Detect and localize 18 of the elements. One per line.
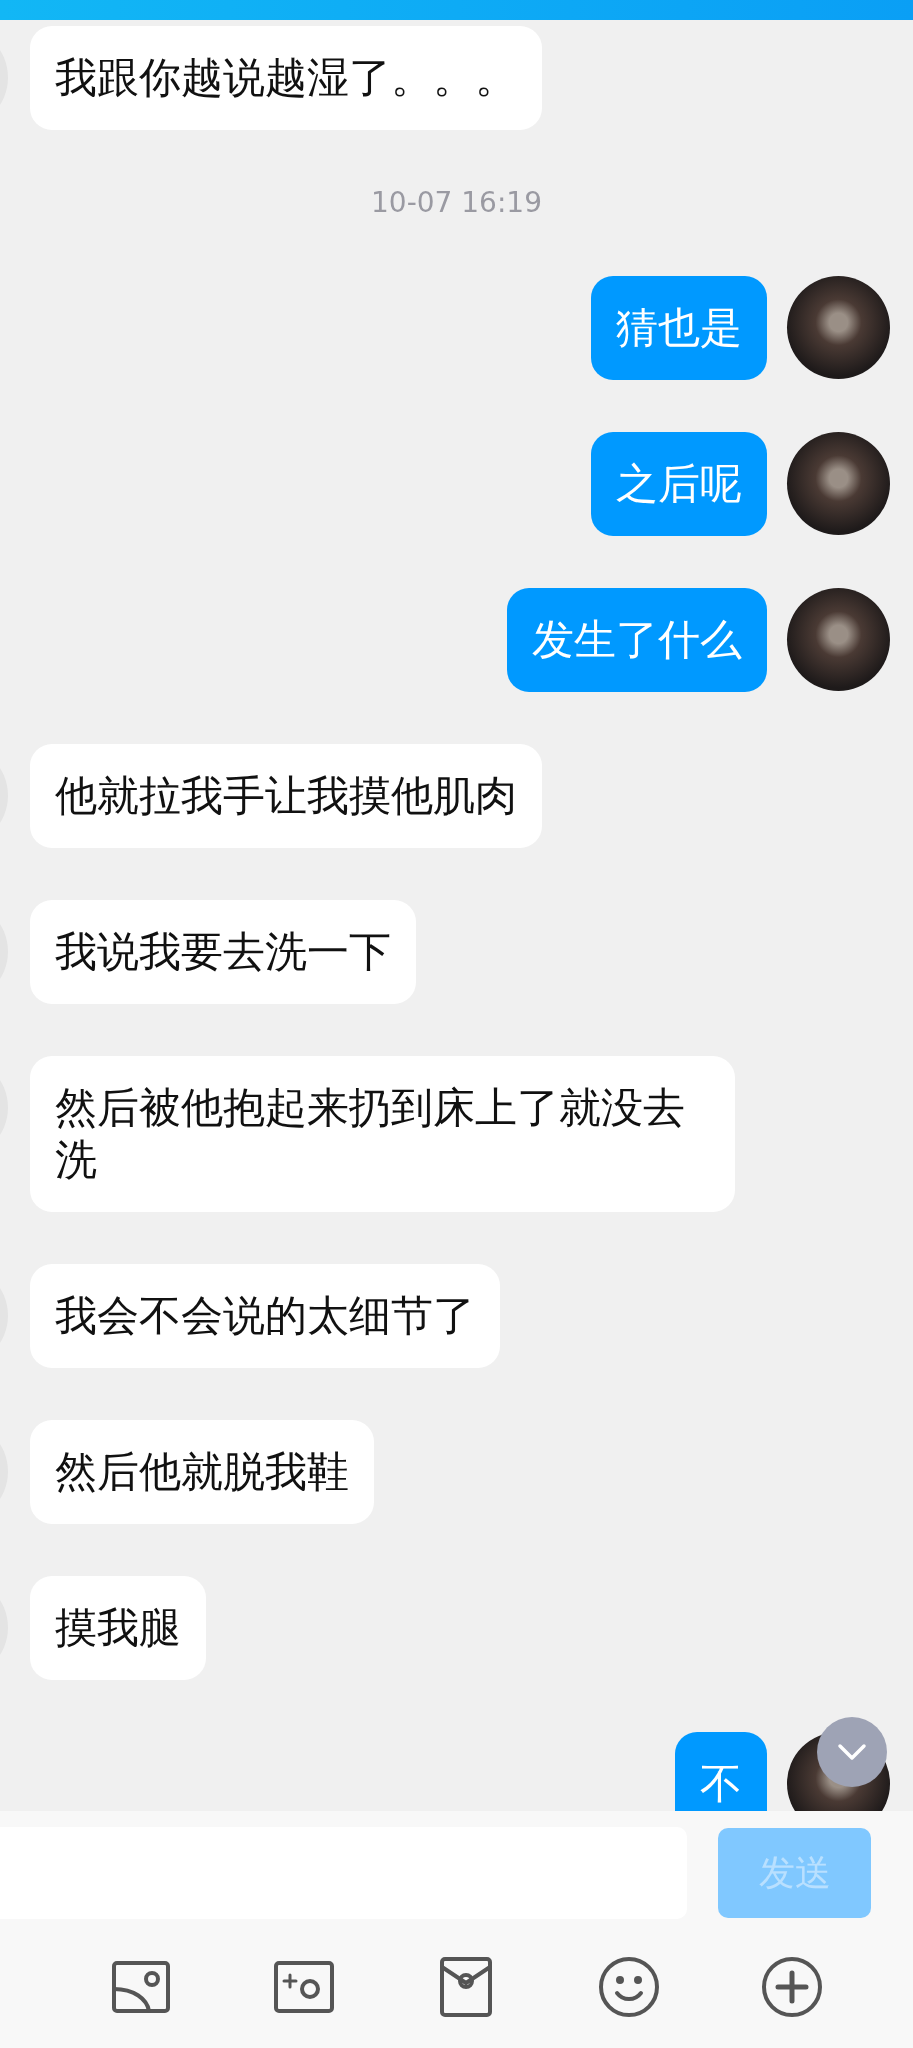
smiley-icon: [597, 1954, 662, 2019]
message-bubble: 摸我腿: [30, 1576, 206, 1680]
message-bubble: 我说我要去洗一下: [30, 900, 416, 1004]
message-bubble: 他就拉我手让我摸他肌肉: [30, 744, 542, 848]
message-bubble: 之后呢: [591, 432, 767, 536]
plus-icon: [759, 1954, 824, 2019]
more-button[interactable]: [759, 1954, 824, 2019]
message-bubble: 我跟你越说越湿了。。。: [30, 26, 542, 130]
message-bubble: 猜也是: [591, 276, 767, 380]
message-bubble: 发生了什么: [507, 588, 767, 692]
message-bubble: 不: [675, 1732, 767, 1811]
emoji-button[interactable]: [597, 1954, 662, 2019]
timestamp: 10-07 16:19: [371, 185, 542, 221]
scroll-down-button[interactable]: [817, 1717, 887, 1787]
message-bubble: 然后被他抱起来扔到床上了就没去洗: [30, 1056, 735, 1212]
message-bubble: 我会不会说的太细节了: [30, 1264, 500, 1368]
message-bubble: 然后他就脱我鞋: [30, 1420, 374, 1524]
chevron-down-icon: [837, 1742, 867, 1762]
